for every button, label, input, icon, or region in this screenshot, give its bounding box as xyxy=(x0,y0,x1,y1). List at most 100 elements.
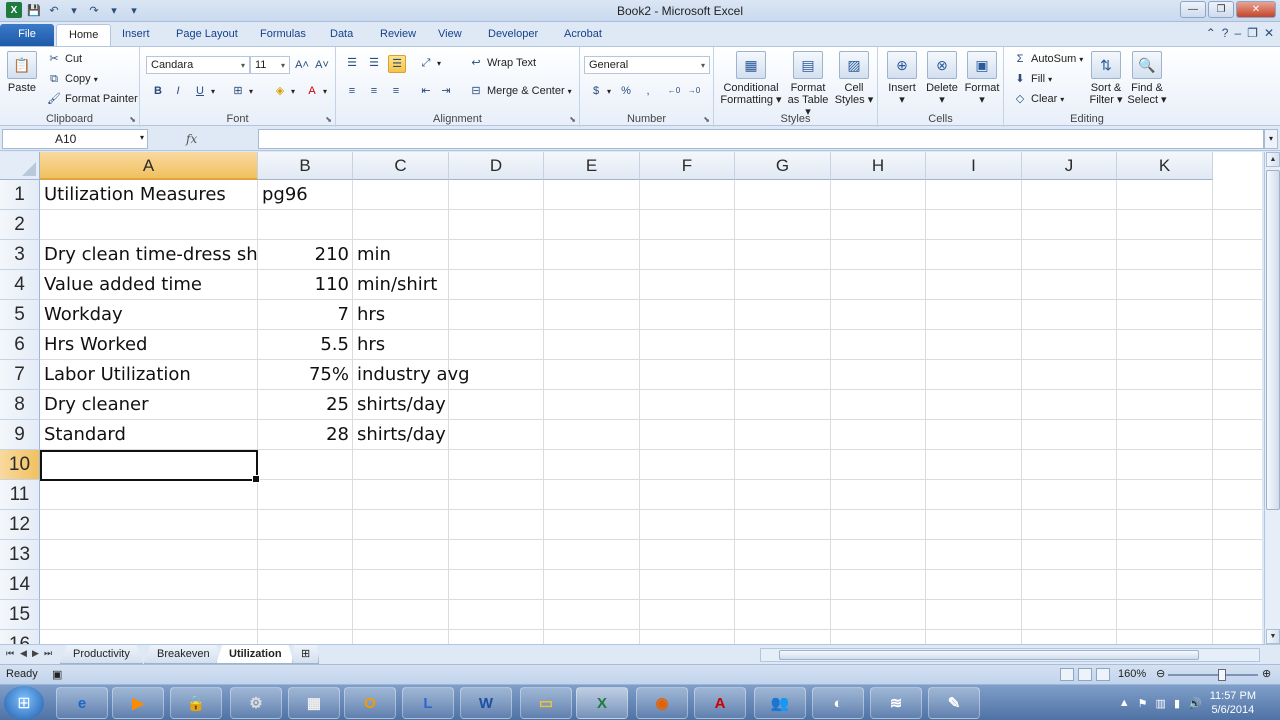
column-header-e[interactable]: E xyxy=(544,152,640,180)
row-header-13[interactable]: 13 xyxy=(0,540,40,570)
vertical-scrollbar[interactable]: ▲ ▼ xyxy=(1264,152,1280,644)
people-icon[interactable]: 👥 xyxy=(754,687,806,719)
zoom-level[interactable]: 160% xyxy=(1118,668,1146,680)
workbook-minimize-icon[interactable]: – xyxy=(1234,26,1241,40)
tab-insert[interactable]: Insert xyxy=(110,24,162,46)
zoom-out-icon[interactable]: ⊖ xyxy=(1156,667,1165,680)
cell-c5[interactable]: hrs xyxy=(353,300,569,330)
underline-button[interactable]: U ▾ xyxy=(192,83,215,99)
expand-formula-bar-icon[interactable]: ▾ xyxy=(1264,129,1278,149)
tab-page-layout[interactable]: Page Layout xyxy=(164,24,250,46)
zoom-slider-thumb[interactable] xyxy=(1218,669,1226,681)
decrease-indent-button[interactable]: ⇤ xyxy=(418,83,434,99)
horizontal-scrollbar[interactable] xyxy=(760,648,1260,662)
tab-formulas[interactable]: Formulas xyxy=(248,24,318,46)
bold-button[interactable]: B xyxy=(150,83,166,99)
cell-a3[interactable]: Dry clean time-dress shi xyxy=(40,240,258,270)
cell-a4[interactable]: Value added time xyxy=(40,270,258,300)
firefox-icon[interactable]: ◉ xyxy=(636,687,688,719)
volume-icon[interactable]: 🔊 xyxy=(1188,697,1202,710)
cell-b1[interactable]: pg96 xyxy=(258,180,353,210)
dialog-launcher-icon[interactable]: ⬊ xyxy=(325,115,332,124)
clock[interactable]: 11:57 PM 5/6/2014 xyxy=(1210,689,1256,717)
align-left-button[interactable]: ≡ xyxy=(344,83,360,99)
column-header-d[interactable]: D xyxy=(449,152,544,180)
prev-sheet-icon[interactable]: ◀ xyxy=(20,648,27,659)
word-icon[interactable]: W xyxy=(460,687,512,719)
wrap-text-button[interactable]: ↩ Wrap Text xyxy=(468,55,536,71)
row-header-12[interactable]: 12 xyxy=(0,510,40,540)
increase-decimal-button[interactable]: ←0 xyxy=(666,83,682,99)
cell-b5[interactable]: 7 xyxy=(258,300,353,330)
start-button-icon[interactable]: ⊞ xyxy=(4,686,44,720)
cell-styles-button[interactable]: ▨ Cell Styles ▾ xyxy=(832,51,876,106)
font-color-button[interactable]: A ▾ xyxy=(304,83,327,99)
column-header-h[interactable]: H xyxy=(831,152,926,180)
horizontal-scroll-thumb[interactable] xyxy=(779,650,1199,660)
cell-c3[interactable]: min xyxy=(353,240,569,270)
column-header-g[interactable]: G xyxy=(735,152,831,180)
increase-indent-button[interactable]: ⇥ xyxy=(438,83,454,99)
cut-button[interactable]: ✂ Cut xyxy=(46,51,82,67)
media-player-icon[interactable]: ▶ xyxy=(112,687,164,719)
cell-b7[interactable]: 75% xyxy=(258,360,353,390)
column-header-k[interactable]: K xyxy=(1117,152,1213,180)
row-header-3[interactable]: 3 xyxy=(0,240,40,270)
row-header-10[interactable]: 10 xyxy=(0,450,40,480)
copy-button[interactable]: ⧉ Copy ▾ xyxy=(46,71,98,87)
vertical-scroll-thumb[interactable] xyxy=(1266,170,1280,510)
shrink-font-button[interactable]: A˅ xyxy=(314,57,330,73)
align-right-button[interactable]: ≡ xyxy=(388,83,404,99)
notepad-icon[interactable]: ✎ xyxy=(928,687,980,719)
row-header-9[interactable]: 9 xyxy=(0,420,40,450)
row-header-16[interactable]: 16 xyxy=(0,630,40,644)
column-header-c[interactable]: C xyxy=(353,152,449,180)
format-painter-button[interactable]: 🖌 Format Painter xyxy=(46,91,138,107)
currency-button[interactable]: $ ▾ xyxy=(588,83,611,99)
worksheet-grid[interactable]: ABCDEFGHIJK 12345678910111213141516 Util… xyxy=(0,152,1262,644)
row-header-5[interactable]: 5 xyxy=(0,300,40,330)
active-cell-a10[interactable] xyxy=(40,450,260,483)
fill-button[interactable]: ⬇ Fill ▾ xyxy=(1012,71,1052,87)
flag-icon[interactable]: ⚑ xyxy=(1138,697,1148,710)
insert-sheet-button[interactable]: ⊞ xyxy=(292,645,320,664)
tab-developer[interactable]: Developer xyxy=(476,24,550,46)
comma-button[interactable]: , xyxy=(640,83,656,99)
cell-b3[interactable]: 210 xyxy=(258,240,353,270)
power-icon[interactable]: ▮ xyxy=(1174,697,1180,710)
first-sheet-icon[interactable]: ⏮ xyxy=(6,648,14,659)
italic-button[interactable]: I xyxy=(170,83,186,99)
column-header-f[interactable]: F xyxy=(640,152,735,180)
conditional-formatting-button[interactable]: ▦ Conditional Formatting ▾ xyxy=(718,51,784,106)
outlook-icon[interactable]: O xyxy=(344,687,396,719)
lync-icon[interactable]: L xyxy=(402,687,454,719)
cell-c6[interactable]: hrs xyxy=(353,330,569,360)
minimize-button[interactable]: — xyxy=(1180,1,1206,18)
cell-a1[interactable]: Utilization Measures xyxy=(40,180,258,210)
row-header-15[interactable]: 15 xyxy=(0,600,40,630)
sheet-tab-utilization[interactable]: Utilization xyxy=(216,645,295,664)
cell-b8[interactable]: 25 xyxy=(258,390,353,420)
number-format-select[interactable]: General ▾ xyxy=(584,56,710,74)
row-header-4[interactable]: 4 xyxy=(0,270,40,300)
tab-file[interactable]: File xyxy=(0,24,54,46)
tab-home[interactable]: Home xyxy=(56,24,112,46)
dialog-launcher-icon[interactable]: ⬊ xyxy=(703,115,710,124)
find-select-button[interactable]: 🔍 Find & Select ▾ xyxy=(1126,51,1168,106)
font-name-select[interactable]: Candara ▾ xyxy=(146,56,250,74)
tab-view[interactable]: View xyxy=(426,24,474,46)
scroll-up-icon[interactable]: ▲ xyxy=(1266,152,1280,167)
column-header-j[interactable]: J xyxy=(1022,152,1117,180)
network-app-icon[interactable]: ≋ xyxy=(870,687,922,719)
column-header-b[interactable]: B xyxy=(258,152,353,180)
dialog-launcher-icon[interactable]: ⬊ xyxy=(129,115,136,124)
workbook-restore-icon[interactable]: ❐ xyxy=(1247,26,1258,40)
help-icon[interactable]: ? xyxy=(1222,26,1229,40)
normal-view-icon[interactable] xyxy=(1060,668,1074,681)
zoom-in-icon[interactable]: ⊕ xyxy=(1262,667,1271,680)
format-cells-button[interactable]: ▣ Format ▾ xyxy=(962,51,1002,106)
cell-b6[interactable]: 5.5 xyxy=(258,330,353,360)
security-icon[interactable]: 🔒 xyxy=(170,687,222,719)
network-icon[interactable]: ▥ xyxy=(1156,697,1166,710)
cell-a7[interactable]: Labor Utilization xyxy=(40,360,258,390)
